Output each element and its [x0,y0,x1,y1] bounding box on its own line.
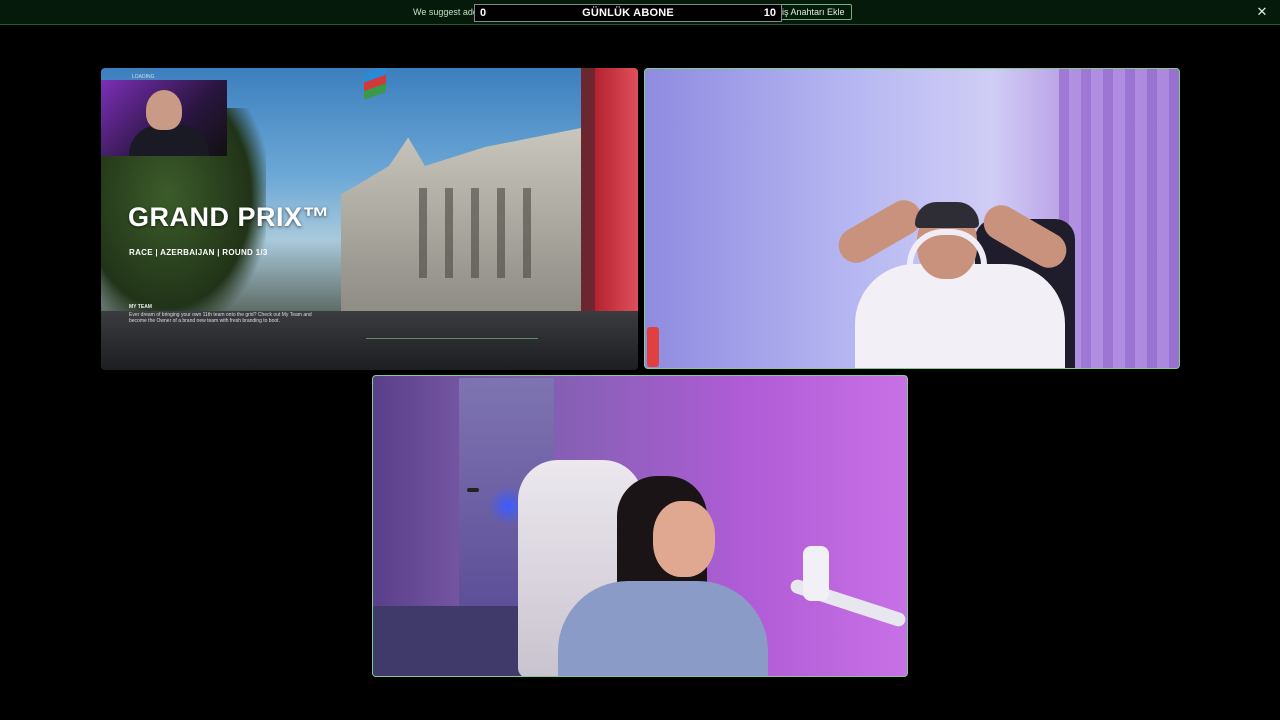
subscriber-goal-label: GÜNLÜK ABONE [582,7,674,19]
participant-body [558,581,768,676]
close-icon[interactable]: ✕ [1255,5,1269,19]
door-handle [467,488,479,492]
game-screenshare-tile[interactable]: LOADING GRAND PRIX™ RACE | AZERBAIJAN | … [101,68,638,370]
curtain [1059,69,1179,368]
participant-head [653,501,715,577]
streamer-webcam-inset [101,80,227,156]
game-deco-line [366,338,538,339]
participant-video-tile-1[interactable] [644,68,1180,369]
game-side-panel-dark [581,68,595,311]
microphone-icon [803,546,829,601]
participant-video-tile-2[interactable] [372,375,908,677]
game-building-windows [401,188,541,278]
subscriber-goal-target: 10 [763,7,776,19]
game-description: Ever dream of bringing your own 11th tea… [129,312,312,324]
game-loading-label: LOADING [132,74,155,80]
webcam-person-head [146,90,182,130]
game-my-team-label: MY TEAM [129,304,152,310]
participant-body [855,264,1065,368]
game-title: GRAND PRIX™ [128,202,331,232]
participant-cap [915,202,979,228]
game-subtitle: RACE | AZERBAIJAN | ROUND 1/3 [129,248,268,257]
daily-subscriber-goal: 0 GÜNLÜK ABONE 10 [474,4,782,22]
red-lamp [647,327,659,367]
game-side-panel-red [595,68,638,311]
